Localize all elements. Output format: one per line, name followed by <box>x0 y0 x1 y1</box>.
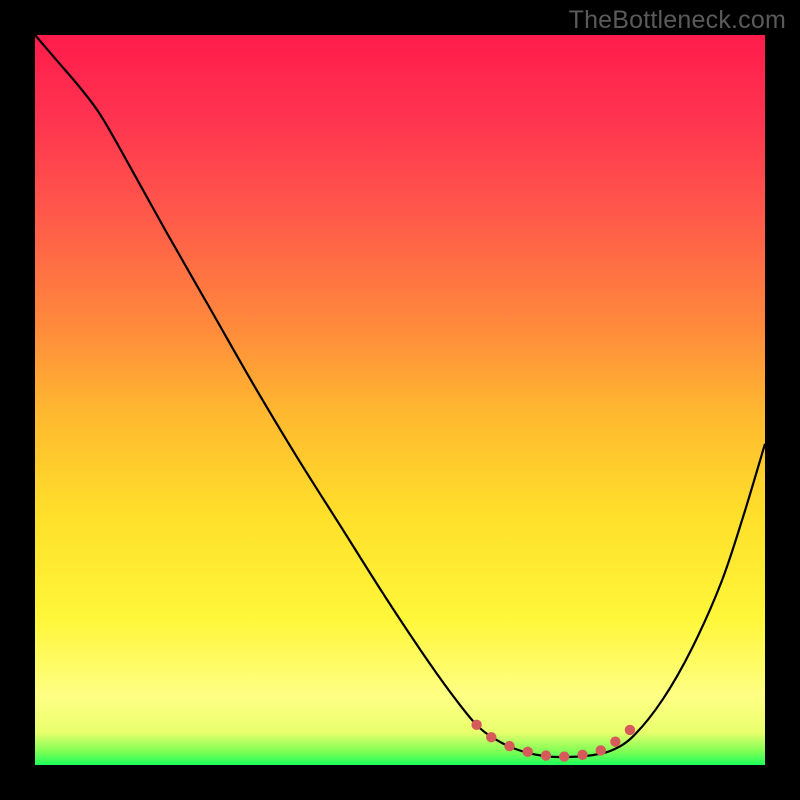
bottleneck-dots <box>35 35 765 765</box>
optimal-dot <box>523 747 533 757</box>
plot-area <box>35 35 765 765</box>
optimal-dot <box>541 750 551 760</box>
optimal-dot <box>486 732 496 742</box>
optimal-dot <box>577 750 587 760</box>
optimal-dot <box>610 736 620 746</box>
optimal-dot <box>471 720 481 730</box>
optimal-dot <box>596 745 606 755</box>
optimal-dot <box>504 741 514 751</box>
optimal-dot <box>625 725 635 735</box>
optimal-dot <box>559 751 569 761</box>
chart-canvas: TheBottleneck.com <box>0 0 800 800</box>
watermark: TheBottleneck.com <box>569 6 786 35</box>
